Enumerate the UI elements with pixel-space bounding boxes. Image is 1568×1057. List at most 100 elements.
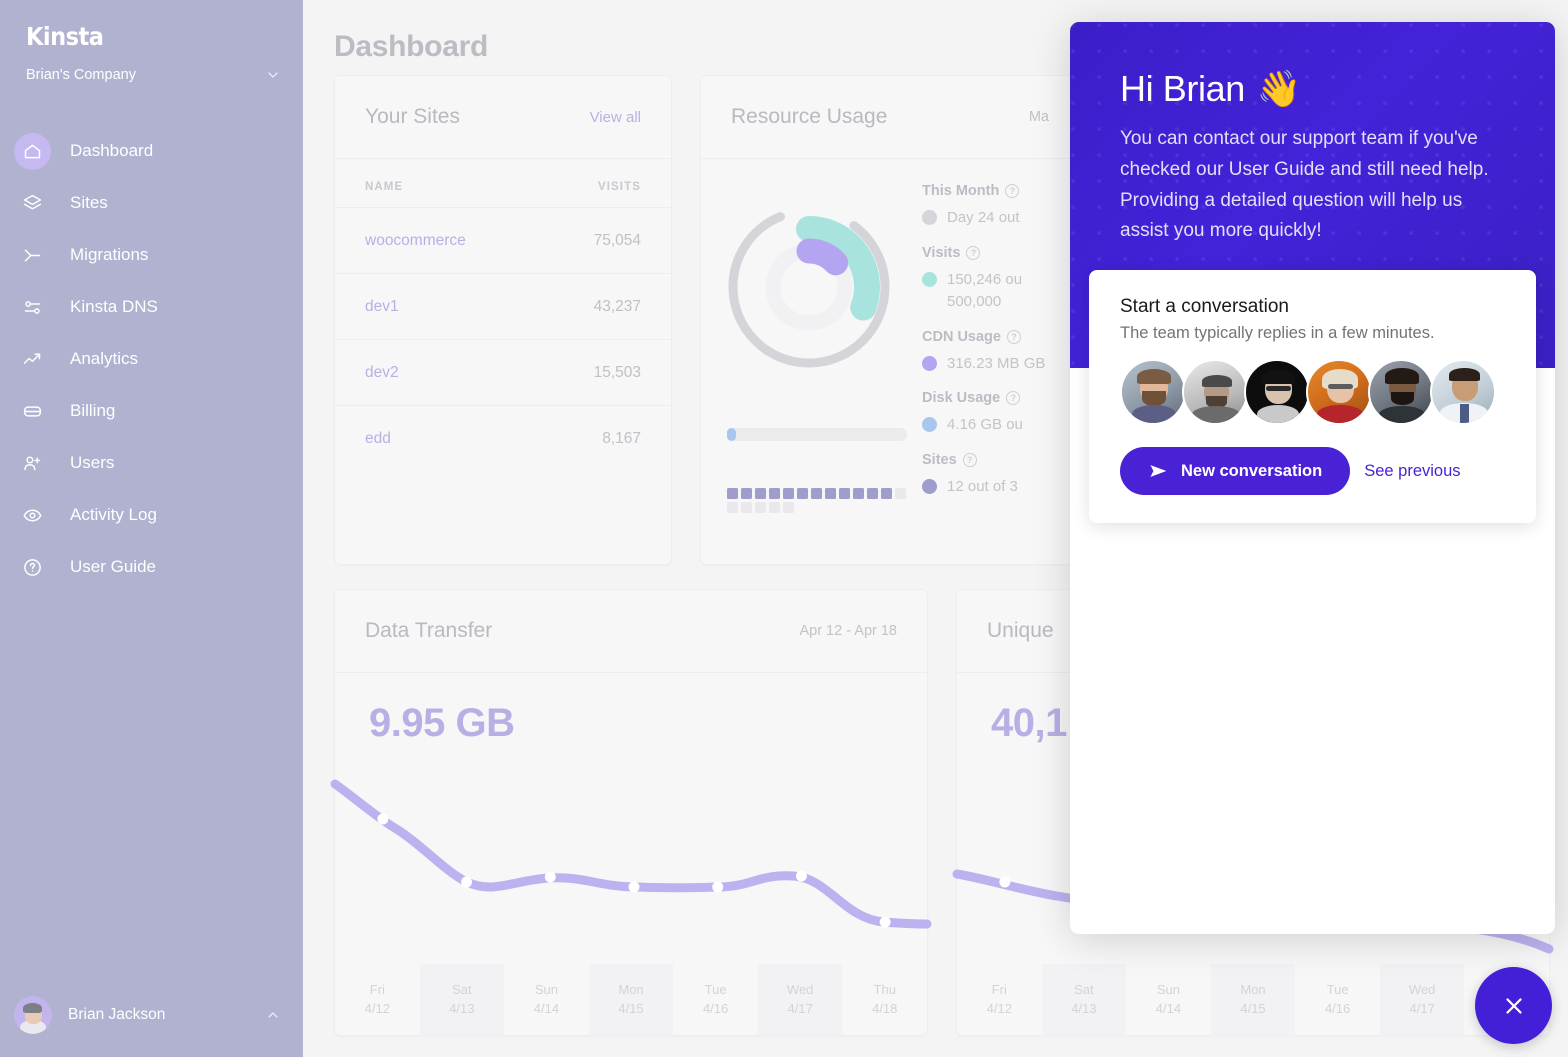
legend-dot [922,210,937,225]
xaxis-day: Tue [704,982,727,998]
legend-dot [922,355,937,371]
intercom-message: You can contact our support team if you'… [1120,128,1489,242]
sidebar-item-activity-log[interactable]: Activity Log [0,489,303,541]
panel-subtitle: The team typically replies in a few minu… [1120,324,1435,342]
xaxis-date: 4/16 [702,1001,729,1016]
sidebar-item-migrations[interactable]: Migrations [0,229,303,281]
site-name-link[interactable]: woocommerce [365,232,466,250]
home-icon [14,132,51,170]
site-visits-value: 43,237 [593,297,641,315]
usage-square [839,488,850,499]
xaxis-tick[interactable]: Sat 4/13 [419,964,505,1036]
view-all-link[interactable]: View all [590,109,641,126]
sidebar-item-analytics[interactable]: Analytics [0,333,303,385]
usage-square [769,502,780,513]
help-icon[interactable]: ? [1006,391,1021,405]
resource-donut-chart [723,201,895,373]
site-name-link[interactable]: dev2 [365,364,399,382]
intercom-messenger: Hi Brian 👋 You can contact our support t… [1070,22,1555,934]
xaxis-date: 4/14 [1155,1001,1182,1016]
usage-square [741,502,752,513]
xaxis-date: 4/13 [1071,1001,1097,1016]
new-conversation-button[interactable]: New conversation [1120,447,1351,495]
site-name-link[interactable]: edd [365,430,391,448]
sidebar-item-billing[interactable]: Billing [0,385,303,437]
sidebar-item-dashboard[interactable]: Dashboard [0,125,303,177]
xaxis-day: Fri [991,982,1007,998]
close-icon [1505,997,1522,1014]
resource-usage-header: Resource Usage Ma [701,76,1079,159]
card-title: Your Sites [365,105,460,128]
sidebar-item-label: User Guide [70,557,156,576]
xaxis-tick[interactable]: Fri 4/12 [335,964,420,1036]
table-row[interactable]: dev1 43,237 [335,274,671,340]
xaxis-tick[interactable]: Tue 4/16 [1295,964,1380,1036]
sidebar-item-sites[interactable]: Sites [0,177,303,229]
waving-hand-icon: 👋 [1256,68,1302,109]
xaxis-date: 4/15 [1240,1001,1266,1016]
dns-icon [14,289,51,326]
xaxis-tick[interactable]: Mon 4/15 [588,964,674,1036]
usage-square [853,488,864,499]
xaxis-date: 4/18 [872,1001,898,1016]
user-plus-icon [14,445,51,482]
xaxis-day: Sun [1156,982,1181,998]
close-messenger-button[interactable] [1475,967,1552,1044]
avatar [1430,359,1496,425]
sidebar-item-label: Kinsta DNS [70,297,158,316]
data-transfer-header: Data Transfer Apr 12 - Apr 18 [335,590,927,673]
table-row[interactable]: dev2 15,503 [335,340,671,406]
xaxis-day: Tue [1326,982,1349,998]
xaxis-day: Sat [452,982,472,998]
xaxis-tick[interactable]: Sun 4/14 [504,964,589,1036]
sidebar-nav: Dashboard Sites Migrations Kinsta DNS An… [0,125,303,593]
xaxis-day: Wed [786,982,814,998]
table-row[interactable]: edd 8,167 [335,406,671,472]
xaxis-tick[interactable]: Mon 4/15 [1210,964,1296,1036]
xaxis-tick[interactable]: Wed 4/17 [757,964,843,1036]
data-transfer-xaxis: Fri 4/12 Sat 4/13 Sun 4/14 Mon 4/15 Tue 4/16 … [335,964,927,1036]
site-name-link[interactable]: dev1 [365,298,399,316]
xaxis-tick[interactable]: Fri 4/12 [957,964,1042,1036]
help-icon[interactable]: ? [1005,184,1020,198]
resource-usage-body: This Month? Day 24 out Visits? 150,246 o… [701,159,1079,564]
user-name: Brian Jackson [68,1006,166,1023]
usage-square [895,488,906,499]
question-circle-icon [14,549,51,586]
start-conversation-panel: Start a conversation The team typically … [1089,270,1536,523]
help-icon[interactable]: ? [1006,329,1021,344]
sidebar-item-users[interactable]: Users [0,437,303,489]
legend-dot [922,417,937,432]
legend-group-disk-usage: Disk Usage? 4.16 GB ou [922,390,1079,437]
xaxis-tick[interactable]: Tue 4/16 [673,964,758,1036]
help-icon[interactable]: ? [966,245,981,260]
resource-visuals [701,183,916,564]
xaxis-tick[interactable]: Sat 4/13 [1041,964,1127,1036]
your-sites-header: Your Sites View all [335,76,671,159]
column-header-visits: VISITS [597,181,641,193]
sidebar-item-user-guide[interactable]: User Guide [0,541,303,593]
company-switcher[interactable]: Brian's Company [26,67,281,83]
help-icon[interactable]: ? [962,452,977,467]
chevron-down-icon [268,72,278,78]
xaxis-tick[interactable]: Thu 4/18 [842,964,927,1036]
xaxis-date: 4/17 [1409,1001,1435,1016]
xaxis-tick[interactable]: Sun 4/14 [1126,964,1211,1036]
xaxis-day: Wed [1408,982,1436,998]
xaxis-date: 4/16 [1324,1001,1351,1016]
analytics-trend-icon [14,341,51,378]
greeting-text: Hi Brian [1120,68,1245,109]
table-row[interactable]: woocommerce 75,054 [335,208,671,274]
see-previous-link[interactable]: See previous [1364,462,1460,481]
sidebar-user-menu[interactable]: Brian Jackson [0,987,303,1043]
xaxis-tick[interactable]: Wed 4/17 [1379,964,1465,1036]
sidebar-item-kinsta-dns[interactable]: Kinsta DNS [0,281,303,333]
usage-square [825,488,836,499]
avatar [1244,359,1310,425]
usage-square [811,488,822,499]
sidebar-item-label: Activity Log [70,505,157,524]
sidebar-item-label: Migrations [70,245,149,264]
xaxis-date: 4/12 [986,1001,1012,1016]
legend-group-cdn-usage: CDN Usage? 316.23 MB GB [922,329,1079,376]
usage-square [783,488,794,499]
